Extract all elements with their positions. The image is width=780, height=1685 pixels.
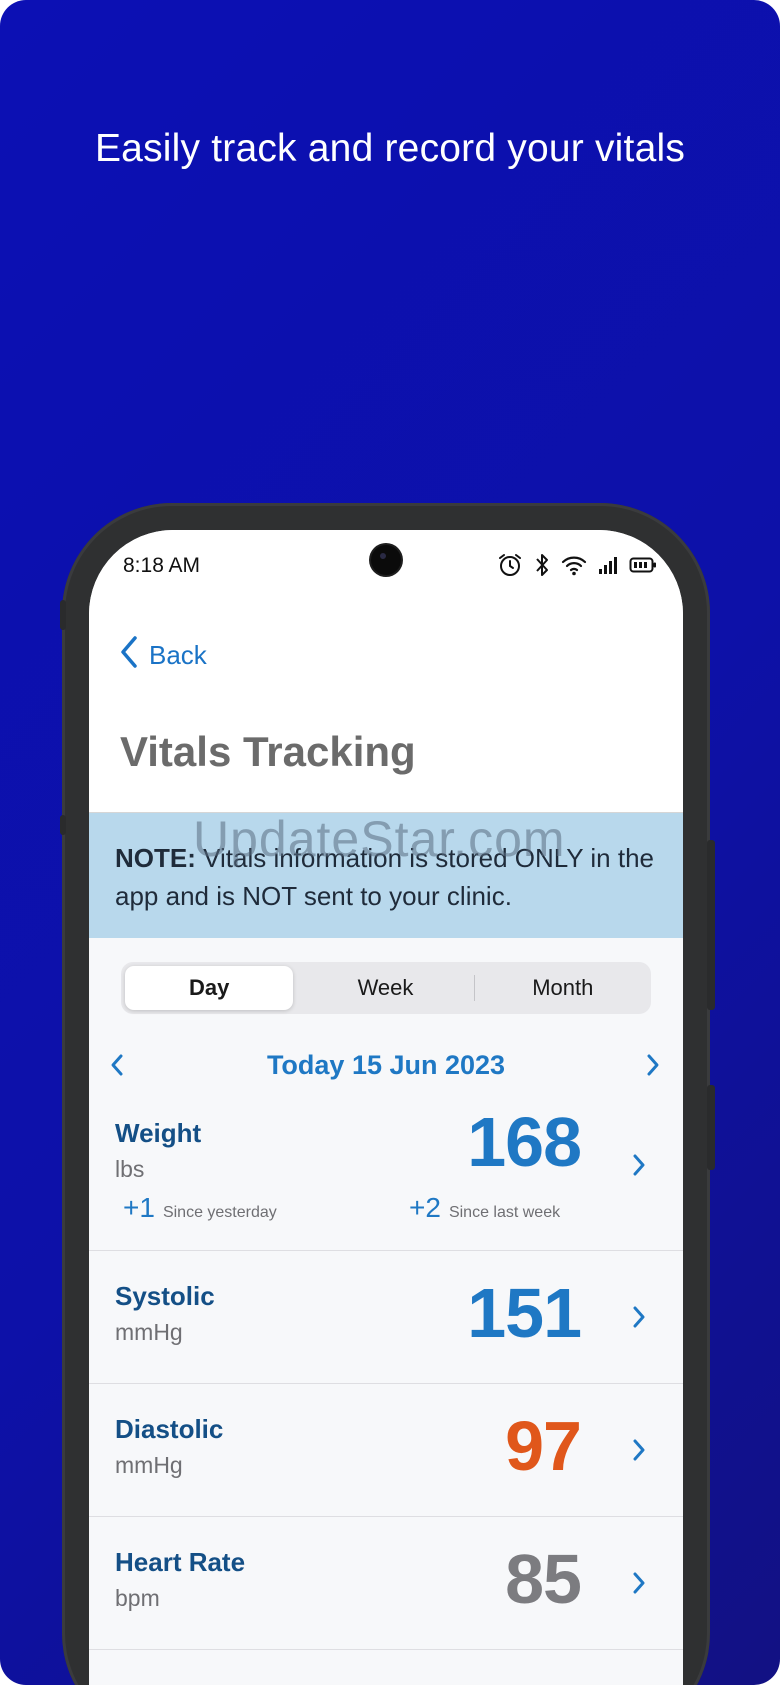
segment-divider <box>473 975 475 1001</box>
phone-side-button <box>60 815 66 835</box>
vital-row-weight[interactable]: Weight lbs 168 +1 Since yesterday +2 Sin… <box>89 1098 683 1251</box>
current-date: Today 15 Jun 2023 <box>266 1050 506 1080</box>
status-time: 8:18 AM <box>123 554 201 577</box>
alarm-icon <box>497 552 523 578</box>
vital-unit: mmHg <box>115 1319 183 1345</box>
vital-value: 151 <box>467 1274 582 1352</box>
phone-side-button <box>707 1085 715 1170</box>
vital-value: 168 <box>467 1103 582 1181</box>
wifi-icon <box>561 554 587 576</box>
chevron-right-icon <box>631 1152 647 1183</box>
chevron-right-icon <box>631 1570 647 1601</box>
tab-day[interactable]: Day <box>125 966 294 1010</box>
delta-value: +1 <box>123 1192 155 1223</box>
vital-name: Diastolic <box>115 1414 224 1444</box>
bluetooth-icon <box>533 552 551 578</box>
promo-headline: Easily track and record your vitals <box>94 127 686 170</box>
tab-week[interactable]: Week <box>301 966 469 1010</box>
delta-since-yesterday: +1 Since yesterday <box>123 1192 277 1224</box>
front-camera <box>371 545 401 575</box>
next-day-button[interactable] <box>645 1052 661 1083</box>
delta-label: Since last week <box>448 1204 561 1221</box>
period-segmented-control: Day Week Month <box>121 962 651 1014</box>
signal-icon <box>597 554 619 576</box>
phone-side-button <box>60 600 66 630</box>
phone-screen: 8:18 AM Back Vitals Tracking NOTE: Vital… <box>89 530 683 1685</box>
back-button[interactable]: Back <box>119 635 207 676</box>
vital-name: Systolic <box>115 1281 215 1311</box>
page-title: Vitals Tracking <box>120 728 416 775</box>
delta-label: Since yesterday <box>162 1204 277 1221</box>
chevron-right-icon <box>647 1054 659 1076</box>
phone-side-button <box>707 840 715 1010</box>
battery-icon <box>629 555 657 575</box>
vital-unit: mmHg <box>115 1452 183 1478</box>
vital-value: 85 <box>505 1540 582 1618</box>
delta-value: +2 <box>409 1192 441 1223</box>
note-text: Vitals information is stored ONLY in the… <box>115 843 655 911</box>
chevron-right-icon <box>631 1304 647 1335</box>
chevron-left-icon <box>119 635 139 676</box>
note-banner: NOTE: Vitals information is stored ONLY … <box>89 812 683 938</box>
vital-row-systolic[interactable]: Systolic mmHg 151 <box>89 1251 683 1384</box>
status-icons <box>497 552 657 578</box>
note-prefix: NOTE: <box>115 843 196 873</box>
vital-row-heart-rate[interactable]: Heart Rate bpm 85 <box>89 1517 683 1650</box>
vital-value: 97 <box>505 1407 582 1485</box>
delta-since-last-week: +2 Since last week <box>409 1192 560 1224</box>
vital-unit: lbs <box>115 1156 145 1182</box>
vital-row-diastolic[interactable]: Diastolic mmHg 97 <box>89 1384 683 1517</box>
vital-unit: bpm <box>115 1585 160 1611</box>
vital-name: Weight <box>115 1118 202 1148</box>
promo-canvas: Easily track and record your vitals 8:18… <box>0 0 780 1685</box>
date-navigator: Today 15 Jun 2023 <box>89 1038 683 1098</box>
vital-name: Heart Rate <box>115 1547 246 1577</box>
tab-month[interactable]: Month <box>479 966 647 1010</box>
chevron-right-icon <box>631 1437 647 1468</box>
back-label: Back <box>149 640 207 670</box>
